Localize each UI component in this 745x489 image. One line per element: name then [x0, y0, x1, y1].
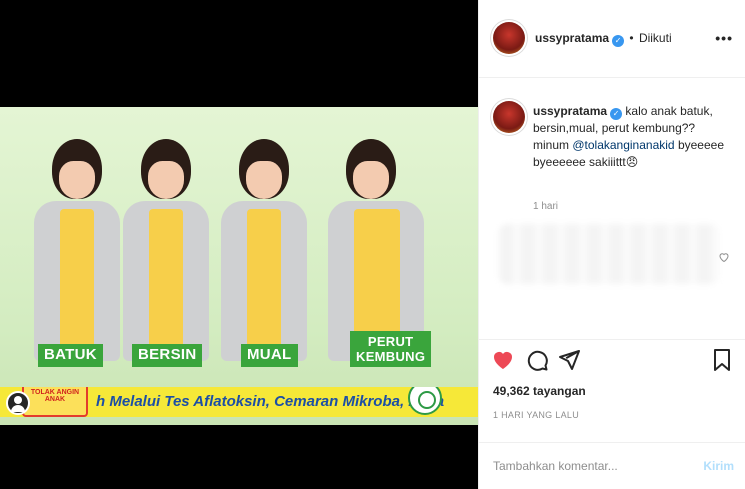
bookmark-icon[interactable]: [710, 348, 734, 372]
ticker-text: h Melalui Tes Aflatoksin, Cemaran Mikrob…: [96, 393, 445, 410]
post-comment-button[interactable]: Kirim: [703, 459, 734, 473]
like-comment-icon[interactable]: [718, 251, 730, 263]
label-perut: PERUT: [367, 334, 414, 349]
header-username[interactable]: ussypratama: [535, 31, 609, 45]
avatar[interactable]: [493, 22, 525, 54]
action-bar: [479, 339, 745, 379]
caption-time[interactable]: 1 hari: [533, 201, 558, 212]
tagged-user-icon[interactable]: [6, 391, 30, 415]
label-batuk: BATUK: [38, 344, 103, 367]
follow-status[interactable]: Diikuti: [639, 31, 672, 45]
emoji-angry-icon: 😠: [625, 155, 639, 169]
halal-logo: [408, 387, 442, 415]
comment-input[interactable]: [493, 457, 693, 475]
comment-icon[interactable]: [525, 348, 549, 372]
caption: ussypratama ✓ kalo anak batuk, bersin,mua…: [533, 103, 733, 171]
blurred-comments: [499, 224, 719, 284]
verified-icon: ✓: [610, 108, 623, 120]
post-header: ussypratama ✓ • Diikuti •••: [479, 0, 745, 78]
comments-section: ussypratama ✓ kalo anak batuk, bersin,mua…: [479, 79, 745, 339]
header-user-line: ussypratama ✓ • Diikuti: [535, 31, 672, 47]
comment-form: Kirim: [479, 442, 745, 489]
caption-avatar[interactable]: [493, 101, 525, 133]
label-perut-kembung: PERUT KEMBUNG: [350, 331, 432, 367]
header-separator: •: [629, 31, 634, 45]
post-media[interactable]: BATUK BERSIN MUAL PERUT KEMBUNG TOLAK AN…: [0, 0, 478, 489]
post-sidebar: ussypratama ✓ • Diikuti ••• ussypratama ✓ …: [478, 0, 745, 489]
caption-mention[interactable]: @tolakanginanakid: [572, 138, 674, 152]
more-horizontal-icon[interactable]: •••: [715, 30, 733, 46]
video-frame[interactable]: BATUK BERSIN MUAL PERUT KEMBUNG TOLAK AN…: [0, 107, 478, 425]
caption-username[interactable]: ussypratama: [533, 104, 607, 118]
share-icon[interactable]: [557, 348, 581, 372]
ad-ticker: TOLAK ANGIN ANAK h Melalui Tes Aflatoksi…: [0, 387, 478, 417]
product-pack: TOLAK ANGIN ANAK: [22, 387, 88, 417]
post-timestamp: 1 HARI YANG LALU: [493, 410, 579, 420]
label-kembung: KEMBUNG: [356, 349, 426, 364]
verified-icon: ✓: [612, 35, 625, 47]
product-name: TOLAK ANGIN ANAK: [30, 389, 80, 403]
view-count[interactable]: 49,362 tayangan: [493, 384, 586, 398]
label-mual: MUAL: [241, 344, 298, 367]
label-bersin: BERSIN: [132, 344, 203, 367]
heart-filled-icon[interactable]: [491, 348, 515, 372]
